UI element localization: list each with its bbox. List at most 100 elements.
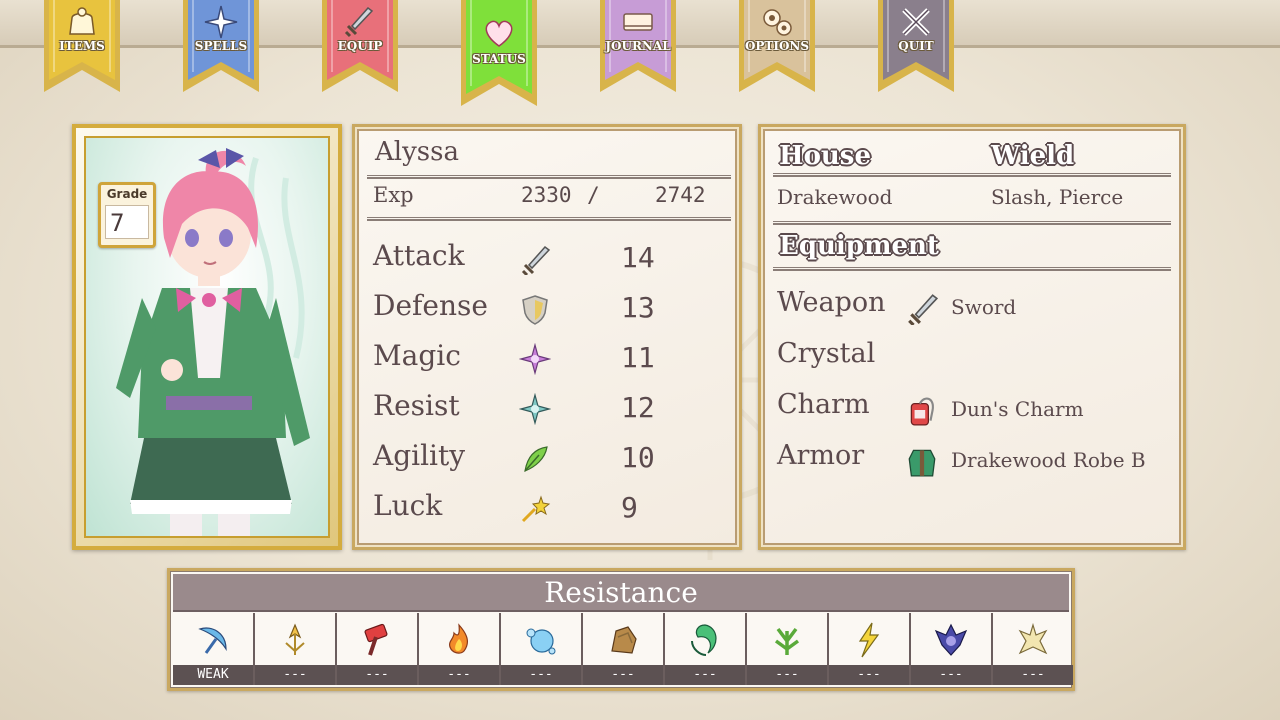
resistance-cell: --- (337, 613, 419, 685)
stat-row-luck: Luck 9 (373, 489, 713, 529)
equipment-panel: House Wield Drakewood Slash, Pierce Equi… (758, 124, 1186, 550)
tab-options[interactable]: OPTIONS (737, 0, 817, 94)
character-name: Alyssa (375, 137, 459, 167)
tab-quit[interactable]: QUIT (876, 0, 956, 94)
resistance-cell: WEAK (173, 613, 255, 685)
resistance-cell: --- (255, 613, 337, 685)
equip-slot-label: Armor (777, 440, 865, 471)
lightning-icon (850, 621, 888, 659)
resistance-cell: --- (829, 613, 911, 685)
stat-value: 11 (621, 341, 655, 374)
equip-slot-charm[interactable]: Charm Dun's Charm (777, 389, 1177, 431)
divider (367, 175, 731, 179)
resistance-cell: --- (993, 613, 1075, 685)
stat-row-attack: Attack 14 (373, 239, 713, 279)
portrait-frame: Grade 7 (72, 124, 342, 550)
grade-label: Grade (106, 187, 148, 201)
exp-label: Exp (373, 183, 414, 207)
pierce-icon (276, 621, 314, 659)
stat-name: Attack (373, 239, 465, 272)
sparkle-icon (203, 4, 239, 40)
equip-slot-armor[interactable]: Armor Drakewood Robe B (777, 440, 1177, 482)
equip-slot-crystal[interactable]: Crystal (777, 338, 1177, 380)
stat-value: 12 (621, 391, 655, 424)
resistance-title: Resistance (173, 574, 1069, 612)
stat-row-resist: Resist 12 (373, 389, 713, 429)
sword-icon (519, 243, 551, 277)
house-value: Drakewood (777, 185, 893, 209)
divider (773, 221, 1171, 225)
cross-icon (898, 4, 934, 40)
sword-icon (342, 4, 378, 40)
resistance-value: --- (747, 665, 827, 685)
stat-value: 10 (621, 441, 655, 474)
tab-label: STATUS (472, 52, 526, 66)
resistance-value: --- (337, 665, 417, 685)
resistance-value: --- (419, 665, 499, 685)
book-icon (620, 4, 656, 40)
wind-icon (686, 621, 724, 659)
sword-icon (905, 291, 939, 327)
stat-value: 9 (621, 491, 638, 524)
wield-header: Wield (991, 141, 1075, 171)
stat-value: 14 (621, 241, 655, 274)
equip-slot-weapon[interactable]: Weapon Sword (777, 287, 1177, 329)
magic-star-icon (518, 342, 552, 376)
tab-equip[interactable]: EQUIP (320, 0, 400, 94)
tab-label: EQUIP (337, 39, 383, 53)
tab-items[interactable]: ITEMS (42, 0, 122, 94)
stat-value: 13 (621, 291, 655, 324)
resistance-value: --- (911, 665, 991, 685)
resistance-value: --- (829, 665, 909, 685)
divider (773, 267, 1171, 271)
dark-icon (932, 621, 970, 659)
fire-icon (440, 621, 478, 659)
stat-name: Resist (373, 389, 460, 422)
feather-icon (519, 443, 551, 475)
stat-name: Defense (373, 289, 488, 322)
grade-badge: Grade 7 (98, 182, 156, 248)
equip-item-name: Dun's Charm (951, 397, 1084, 421)
nature-icon (768, 621, 806, 659)
equip-slot-label: Crystal (777, 338, 876, 369)
heart-icon (481, 14, 517, 50)
tab-label: QUIT (898, 39, 934, 53)
resistance-value: --- (665, 665, 745, 685)
stats-panel: Alyssa Exp 2330 / 2742 Attack 14 Defense 13… (352, 124, 742, 550)
resist-star-icon (518, 392, 552, 426)
stat-name: Agility (373, 439, 466, 472)
earth-icon (604, 621, 642, 659)
tab-label: JOURNAL (605, 39, 671, 53)
resistance-cell: --- (911, 613, 993, 685)
grade-value: 7 (105, 205, 149, 239)
resistance-grid: WEAK --- --- --- --- --- --- --- --- --- --- (173, 613, 1073, 685)
shooting-star-icon (519, 493, 551, 525)
water-icon (522, 621, 560, 659)
stat-row-agility: Agility 10 (373, 439, 713, 479)
tab-journal[interactable]: JOURNAL (598, 0, 678, 94)
charm-pouch-icon (905, 393, 939, 427)
tab-status[interactable]: STATUS (459, 0, 539, 108)
gears-icon (759, 4, 795, 40)
equip-slot-label: Weapon (777, 287, 886, 318)
divider (773, 173, 1171, 177)
shield-icon (519, 293, 551, 325)
equip-item-name: Drakewood Robe B (951, 448, 1146, 472)
robe-icon (905, 444, 939, 478)
exp-current: 2330 (521, 183, 572, 207)
stat-name: Magic (373, 339, 461, 372)
tab-spells[interactable]: SPELLS (181, 0, 261, 94)
house-header: House (779, 141, 871, 171)
exp-separator: / (587, 183, 600, 207)
light-icon (1014, 621, 1052, 659)
resistance-cell: --- (747, 613, 829, 685)
resistance-value: WEAK (173, 665, 253, 685)
slash-icon (194, 621, 232, 659)
blunt-icon (358, 621, 396, 659)
resistance-value: --- (255, 665, 335, 685)
resistance-value: --- (993, 665, 1073, 685)
tab-label: SPELLS (194, 39, 248, 53)
tab-label: ITEMS (59, 39, 105, 53)
stat-row-defense: Defense 13 (373, 289, 713, 329)
resistance-cell: --- (419, 613, 501, 685)
